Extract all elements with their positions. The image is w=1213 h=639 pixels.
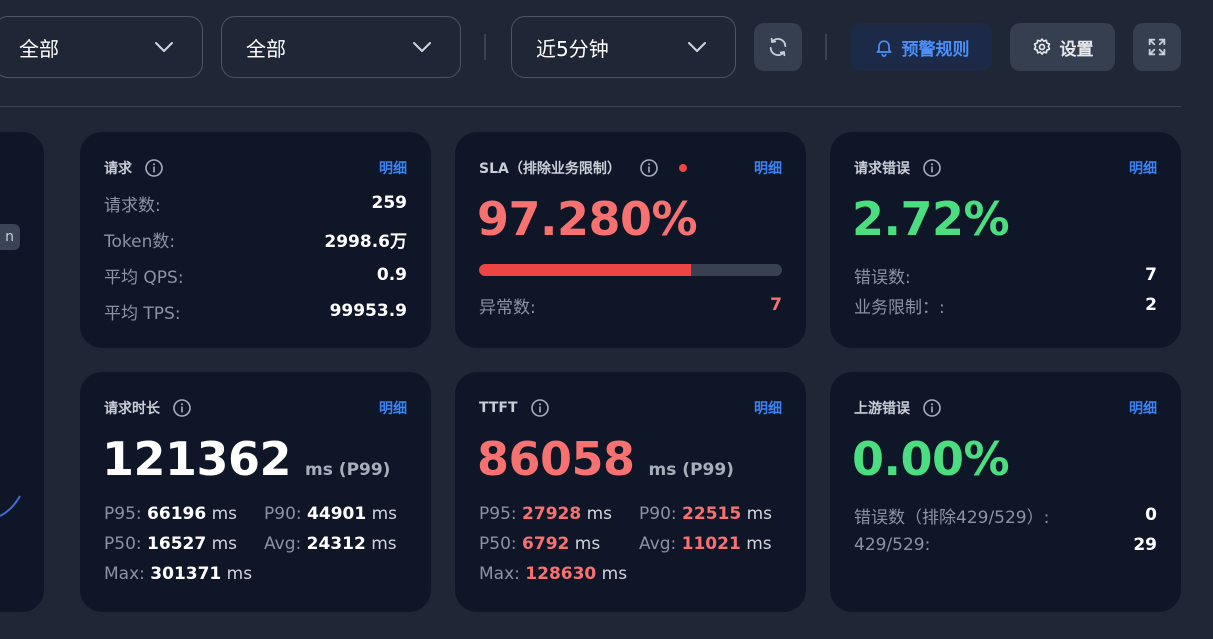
sla-progress-fill	[479, 264, 692, 276]
p99-number: 121362	[102, 432, 292, 486]
p99-unit: ms (P99)	[648, 460, 734, 480]
p50-stat: P50: 16527 ms	[104, 534, 238, 554]
row-value: 2998.6万	[324, 231, 407, 252]
upstream-error-rate-value: 0.00%	[852, 432, 1010, 486]
avg-stat: Avg: 24312 ms	[264, 534, 397, 554]
rate-limit-row: 429/529: 29	[854, 533, 1157, 557]
avg-tps-row: 平均 TPS: 99953.9	[104, 299, 407, 324]
detail-link[interactable]: 明细	[1129, 158, 1157, 178]
refresh-icon	[769, 37, 787, 57]
toolbar-bottom-divider	[0, 106, 1181, 107]
abnormal-count-row: 异常数: 7	[479, 293, 782, 318]
p95-stat: P95: 66196 ms	[104, 504, 238, 524]
row-label: 异常数:	[479, 297, 536, 318]
row-label: 业务限制：:	[854, 297, 945, 318]
business-limit-row: 业务限制：: 2	[854, 293, 1157, 318]
detail-link[interactable]: 明细	[754, 398, 782, 418]
card-title: SLA（排除业务限制）	[479, 161, 621, 177]
p90-stat: P90: 44901 ms	[264, 504, 398, 524]
avg-qps-row: 平均 QPS: 0.9	[104, 263, 407, 288]
row-value: 259	[371, 193, 408, 213]
avg-stat: Avg: 11021 ms	[639, 534, 772, 554]
filter-select-1[interactable]: 全部	[0, 16, 203, 78]
filter-select-2[interactable]: 全部	[221, 16, 461, 78]
row-label: 错误数（排除429/529）:	[854, 507, 1050, 528]
row-value: 0.9	[376, 265, 407, 285]
settings-button[interactable]: 设置	[1010, 23, 1115, 71]
time-range-value: 近5分钟	[536, 36, 609, 61]
request-duration-card: 请求时长 明细 121362 ms (P99) P95: 66196 ms P9…	[80, 372, 431, 612]
chevron-down-icon	[155, 42, 173, 52]
info-icon[interactable]	[530, 398, 550, 418]
info-icon[interactable]	[922, 398, 942, 418]
detail-link[interactable]: 明细	[754, 158, 782, 178]
row-label: 429/529:	[854, 535, 931, 555]
detail-link[interactable]: 明细	[379, 158, 407, 178]
toolbar-divider	[825, 34, 827, 60]
card-title: 请求时长	[104, 401, 160, 417]
p99-value: 121362 ms (P99)	[102, 432, 390, 486]
row-value: 99953.9	[329, 301, 407, 321]
request-count-row: 请求数: 259	[104, 191, 408, 216]
upstream-errors-card: 上游错误 明细 0.00% 错误数（排除429/529）: 0 429/529:…	[830, 372, 1181, 612]
alert-rules-label: 预警规则	[901, 39, 970, 60]
p50-stat: P50: 6792 ms	[479, 534, 601, 554]
detail-link[interactable]: 明细	[1129, 398, 1157, 418]
chevron-down-icon	[413, 42, 431, 52]
row-value: 0	[1145, 505, 1157, 525]
trend-line	[0, 495, 21, 517]
error-count-excl-row: 错误数（排除429/529）: 0	[854, 503, 1157, 528]
fullscreen-icon	[1148, 38, 1166, 56]
alert-rules-button[interactable]: 预警规则	[851, 23, 992, 71]
request-errors-card: 请求错误 明细 2.72% 错误数: 7 业务限制：: 2	[830, 132, 1181, 348]
sla-card: SLA（排除业务限制） 明细 97.280% 异常数: 7	[455, 132, 806, 348]
row-label: Token数:	[104, 231, 176, 252]
row-value: 29	[1133, 535, 1157, 555]
p95-stat: P95: 27928 ms	[479, 504, 613, 524]
info-icon[interactable]	[639, 158, 659, 178]
info-icon[interactable]	[172, 398, 192, 418]
error-rate-value: 2.72%	[852, 192, 1010, 246]
toolbar-divider	[484, 34, 486, 60]
p90-stat: P90: 22515 ms	[639, 504, 773, 524]
settings-label: 设置	[1059, 39, 1094, 60]
time-range-select[interactable]: 近5分钟	[511, 16, 736, 78]
row-label: 平均 TPS:	[104, 303, 181, 324]
card-title: 请求	[104, 161, 132, 177]
card-title: TTFT	[479, 400, 518, 416]
row-value: 7	[770, 295, 782, 315]
filter-select-1-value: 全部	[19, 36, 59, 61]
gear-icon	[1033, 38, 1050, 55]
partial-overview-card: n	[0, 132, 44, 612]
token-count-row: Token数: 2998.6万	[104, 227, 407, 252]
fullscreen-button[interactable]	[1133, 23, 1181, 71]
max-stat: Max: 128630 ms	[479, 564, 628, 584]
row-label: 平均 QPS:	[104, 267, 184, 288]
p99-value: 86058 ms (P99)	[477, 432, 734, 486]
chevron-down-icon	[688, 42, 706, 52]
requests-card: 请求 明细 请求数: 259 Token数: 2998.6万 平均 QPS: 0…	[80, 132, 431, 348]
max-stat: Max: 301371 ms	[104, 564, 253, 584]
alert-dot	[678, 164, 687, 172]
info-icon[interactable]	[144, 158, 164, 178]
row-label: 请求数:	[104, 195, 161, 216]
info-icon[interactable]	[922, 158, 942, 178]
card-title: 上游错误	[854, 401, 910, 417]
ttft-card: TTFT 明细 86058 ms (P99) P95: 27928 ms P90…	[455, 372, 806, 612]
card-title: 请求错误	[854, 161, 910, 177]
bell-icon	[876, 40, 891, 57]
error-count-row: 错误数: 7	[854, 263, 1157, 288]
row-value: 2	[1145, 295, 1157, 315]
sla-value: 97.280%	[477, 192, 698, 246]
p99-number: 86058	[477, 432, 635, 486]
filter-select-2-value: 全部	[246, 36, 286, 61]
status-badge: n	[0, 224, 20, 250]
p99-unit: ms (P99)	[305, 460, 391, 480]
refresh-button[interactable]	[754, 23, 802, 71]
sla-progress-bar	[479, 264, 782, 276]
detail-link[interactable]: 明细	[379, 398, 407, 418]
row-value: 7	[1145, 265, 1157, 285]
row-label: 错误数:	[854, 267, 911, 288]
